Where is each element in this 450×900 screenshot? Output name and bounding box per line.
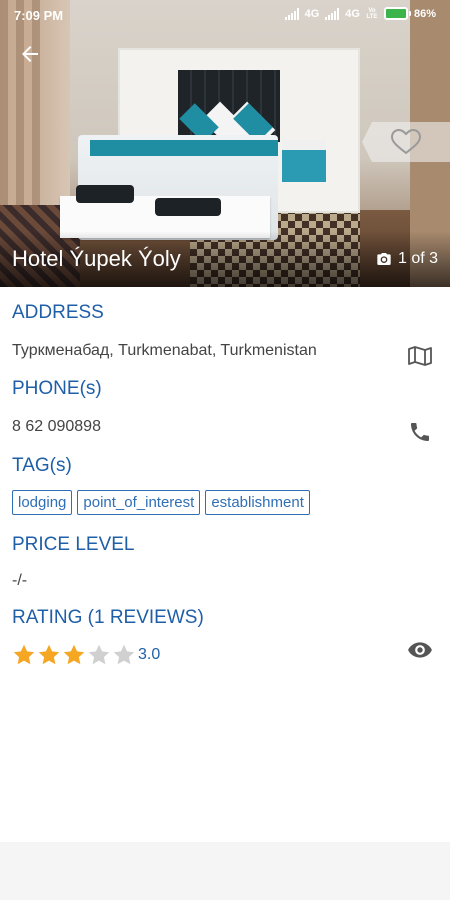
- battery-icon: [383, 7, 411, 20]
- status-bar: 7:09 PM 4G 4G Vo LTE 86%: [0, 0, 450, 30]
- star-empty-icon: [113, 644, 135, 665]
- bottom-area: [0, 842, 450, 900]
- photo-curtain: [0, 0, 40, 220]
- tag-chip[interactable]: lodging: [12, 490, 73, 515]
- eye-icon: [408, 642, 432, 658]
- signal-icon: [325, 7, 340, 20]
- map-icon: [408, 346, 432, 366]
- map-button[interactable]: [406, 342, 434, 370]
- rating-stars: [12, 643, 136, 667]
- price-level-label: PRICE LEVEL: [12, 534, 135, 555]
- status-time: 7:09 PM: [14, 8, 64, 23]
- favorite-button[interactable]: [360, 120, 450, 164]
- status-icons: 4G 4G Vo LTE 86%: [284, 7, 436, 20]
- rating-value: 3.0: [138, 646, 161, 663]
- star-empty-icon: [88, 644, 110, 665]
- phone-label: PHONE(s): [12, 378, 102, 399]
- arrow-left-icon: [22, 46, 38, 62]
- star-filled-icon: [63, 644, 85, 665]
- photo-cushion: [76, 185, 134, 203]
- battery-level: 86%: [413, 7, 436, 20]
- star-filled-icon: [38, 644, 60, 665]
- heart-icon: [362, 122, 450, 162]
- tag-chip[interactable]: establishment: [205, 490, 310, 515]
- photo-nightstand: [282, 140, 326, 182]
- view-reviews-button[interactable]: [406, 636, 434, 664]
- price-level-value: -/-: [12, 572, 28, 589]
- address-label: ADDRESS: [12, 302, 104, 323]
- camera-icon: [377, 253, 391, 265]
- hotel-name: Hotel Ýupek Ýoly: [12, 246, 181, 271]
- back-button[interactable]: [12, 36, 48, 72]
- network-type-1: 4G: [304, 7, 320, 20]
- phone-icon: [411, 423, 429, 441]
- tag-chip[interactable]: point_of_interest: [77, 490, 201, 515]
- photo-bed-runner: [90, 140, 278, 156]
- photo-counter-text: 1 of 3: [397, 250, 438, 267]
- address-value: Туркменабад, Turkmenabat, Turkmenistan: [12, 342, 317, 359]
- volte-badge: Vo LTE: [366, 7, 378, 20]
- photo-counter[interactable]: 1 of 3: [376, 250, 438, 268]
- star-filled-icon: [13, 644, 35, 665]
- tag-list: lodging point_of_interest establishment: [12, 490, 310, 515]
- call-button[interactable]: [406, 418, 434, 446]
- photo-cushion: [155, 198, 221, 216]
- tags-label: TAG(s): [12, 455, 72, 476]
- rating-label: RATING (1 REVIEWS): [12, 607, 204, 628]
- signal-icon: [284, 7, 299, 20]
- network-type-2: 4G: [345, 7, 360, 20]
- phone-value[interactable]: 8 62 090898: [12, 418, 101, 436]
